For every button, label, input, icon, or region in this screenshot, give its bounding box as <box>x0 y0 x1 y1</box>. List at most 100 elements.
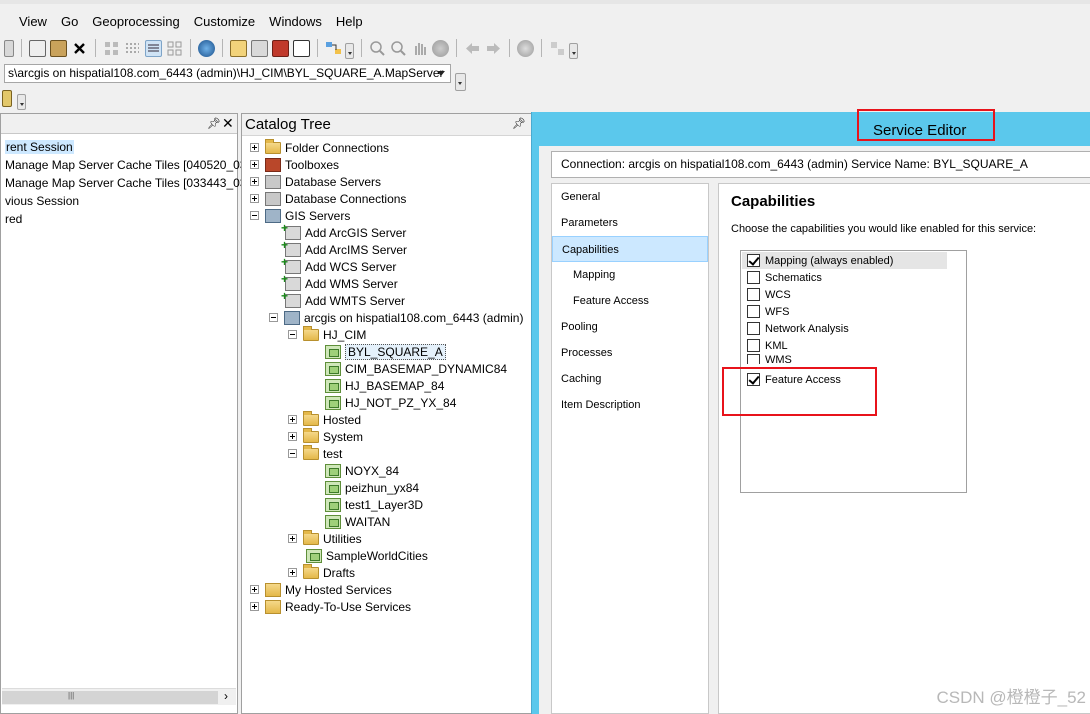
capability-network-analysis[interactable]: Network Analysis <box>742 320 947 337</box>
capability-wms[interactable]: WMS <box>742 354 947 364</box>
thumbnails-view-icon[interactable] <box>166 40 183 57</box>
capability-feature-access[interactable]: Feature Access <box>742 371 947 388</box>
tree-node-add-arcims-server[interactable]: Add ArcIMS Server <box>281 238 407 258</box>
expand-icon[interactable] <box>288 534 297 543</box>
results-item-previous-session[interactable]: vious Session <box>5 192 79 210</box>
close-icon[interactable]: ✕ <box>222 115 234 132</box>
toolbar-overflow-dropdown[interactable] <box>17 94 26 110</box>
expand-icon[interactable] <box>250 602 259 611</box>
capability-checkbox[interactable] <box>747 373 760 386</box>
chevron-down-icon[interactable] <box>433 65 450 82</box>
menu-customize[interactable]: Customize <box>187 10 262 34</box>
nav-general[interactable]: General <box>552 184 708 210</box>
menu-help[interactable]: Help <box>329 10 370 34</box>
model-builder-icon[interactable] <box>325 40 342 57</box>
tree-node-waitan[interactable]: WAITAN <box>325 513 390 530</box>
tree-node-ready-to-use-services[interactable]: Ready-To-Use Services <box>250 598 411 615</box>
nav-mapping[interactable]: Mapping <box>552 262 708 288</box>
tree-node-byl-square-a[interactable]: BYL_SQUARE_A <box>325 343 446 360</box>
capability-checkbox[interactable] <box>747 288 760 301</box>
tree-node-hj-cim[interactable]: HJ_CIM <box>288 326 366 343</box>
tree-node-add-wms-server[interactable]: Add WMS Server <box>281 272 398 292</box>
tree-node-drafts[interactable]: Drafts <box>288 564 355 581</box>
metadata-icon[interactable] <box>2 90 12 107</box>
copy-icon[interactable] <box>29 39 46 57</box>
delete-icon[interactable] <box>71 40 88 57</box>
location-combobox[interactable]: s\arcgis on hispatial108.com_6443 (admin… <box>4 64 451 83</box>
expand-icon[interactable] <box>250 194 259 203</box>
back-arrow-icon[interactable] <box>464 40 481 57</box>
collapse-icon[interactable] <box>288 330 297 339</box>
capability-wcs[interactable]: WCS <box>742 286 947 303</box>
collapse-icon[interactable] <box>250 211 259 220</box>
menu-geoprocessing[interactable]: Geoprocessing <box>85 10 186 34</box>
full-extent-icon[interactable] <box>432 39 449 57</box>
tree-node-my-hosted-services[interactable]: My Hosted Services <box>250 581 392 598</box>
capability-checkbox[interactable] <box>747 271 760 284</box>
capability-mapping[interactable]: Mapping (always enabled) <box>742 252 947 269</box>
tree-node-add-arcgis-server[interactable]: Add ArcGIS Server <box>281 221 406 241</box>
results-item-cache-tiles-1[interactable]: Manage Map Server Cache Tiles [040520_03… <box>5 156 253 174</box>
nav-parameters[interactable]: Parameters <box>552 210 708 236</box>
capability-checkbox[interactable] <box>747 354 760 364</box>
tree-node-utilities[interactable]: Utilities <box>288 530 362 547</box>
pin-icon[interactable]: 📌︎ <box>512 117 526 130</box>
tree-node-gis-servers[interactable]: GIS Servers <box>250 207 350 224</box>
results-item-current-session[interactable]: rent Session <box>5 138 74 156</box>
identify-icon[interactable] <box>517 39 534 57</box>
scroll-right-icon[interactable]: › <box>218 689 234 703</box>
tree-node-noyx-84[interactable]: NOYX_84 <box>325 462 399 479</box>
horizontal-scrollbar[interactable]: ||| › <box>2 688 236 705</box>
paste-icon[interactable] <box>50 39 67 57</box>
nav-capabilities[interactable]: Capabilities <box>552 236 708 262</box>
tree-node-hj-basemap-84[interactable]: HJ_BASEMAP_84 <box>325 377 444 394</box>
tree-node-hosted[interactable]: Hosted <box>288 411 361 428</box>
expand-icon[interactable] <box>250 585 259 594</box>
scrollbar-thumb[interactable] <box>2 691 218 704</box>
tree-node-sampleworldcities[interactable]: SampleWorldCities <box>306 547 428 564</box>
collapse-icon[interactable] <box>269 313 278 322</box>
tree-node-test1-layer3d[interactable]: test1_Layer3D <box>325 496 423 513</box>
pin-icon[interactable]: 📌︎ <box>207 117 221 130</box>
zoom-out-icon[interactable] <box>390 40 407 57</box>
tree-node-folder-connections[interactable]: Folder Connections <box>250 139 389 156</box>
results-item-shared[interactable]: red <box>5 210 22 228</box>
expand-icon[interactable] <box>250 160 259 169</box>
tree-node-test[interactable]: test <box>288 445 342 462</box>
tree-node-arcgis-connection[interactable]: arcgis on hispatial108.com_6443 (admin) <box>269 309 523 326</box>
tree-node-database-servers[interactable]: Database Servers <box>250 173 381 190</box>
zoom-in-icon[interactable] <box>369 40 386 57</box>
toolbar-overflow-dropdown[interactable] <box>569 43 578 59</box>
pan-icon[interactable] <box>411 40 428 57</box>
create-thumbnail-icon[interactable] <box>549 40 566 57</box>
expand-icon[interactable] <box>250 143 259 152</box>
tree-node-add-wcs-server[interactable]: Add WCS Server <box>281 255 396 275</box>
capability-checkbox[interactable] <box>747 305 760 318</box>
expand-icon[interactable] <box>288 568 297 577</box>
capability-wfs[interactable]: WFS <box>742 303 947 320</box>
capability-checkbox[interactable] <box>747 339 760 352</box>
collapse-icon[interactable] <box>288 449 297 458</box>
tree-node-hj-not-pz-yx-84[interactable]: HJ_NOT_PZ_YX_84 <box>325 394 456 411</box>
capability-checkbox[interactable] <box>747 322 760 335</box>
menu-windows[interactable]: Windows <box>262 10 329 34</box>
expand-icon[interactable] <box>288 415 297 424</box>
tree-node-add-wmts-server[interactable]: Add WMTS Server <box>281 289 405 309</box>
forward-arrow-icon[interactable] <box>485 40 502 57</box>
menu-go[interactable]: Go <box>54 10 85 34</box>
tree-node-toolboxes[interactable]: Toolboxes <box>250 156 339 173</box>
toolbar-overflow-dropdown[interactable] <box>345 43 354 59</box>
nav-item-description[interactable]: Item Description <box>552 392 708 418</box>
menu-view[interactable]: View <box>12 10 54 34</box>
python-window-icon[interactable] <box>293 39 310 57</box>
nav-feature-access[interactable]: Feature Access <box>552 288 708 314</box>
tree-node-cim-basemap-dynamic84[interactable]: CIM_BASEMAP_DYNAMIC84 <box>325 360 507 377</box>
capability-checkbox[interactable] <box>747 254 760 267</box>
capability-kml[interactable]: KML <box>742 337 947 354</box>
results-item-cache-tiles-2[interactable]: Manage Map Server Cache Tiles [033443_03… <box>5 174 253 192</box>
expand-icon[interactable] <box>250 177 259 186</box>
catalog-window-icon[interactable] <box>230 39 247 57</box>
nav-pooling[interactable]: Pooling <box>552 314 708 340</box>
details-view-icon[interactable] <box>145 39 162 57</box>
tree-node-peizhun-yx84[interactable]: peizhun_yx84 <box>325 479 419 496</box>
